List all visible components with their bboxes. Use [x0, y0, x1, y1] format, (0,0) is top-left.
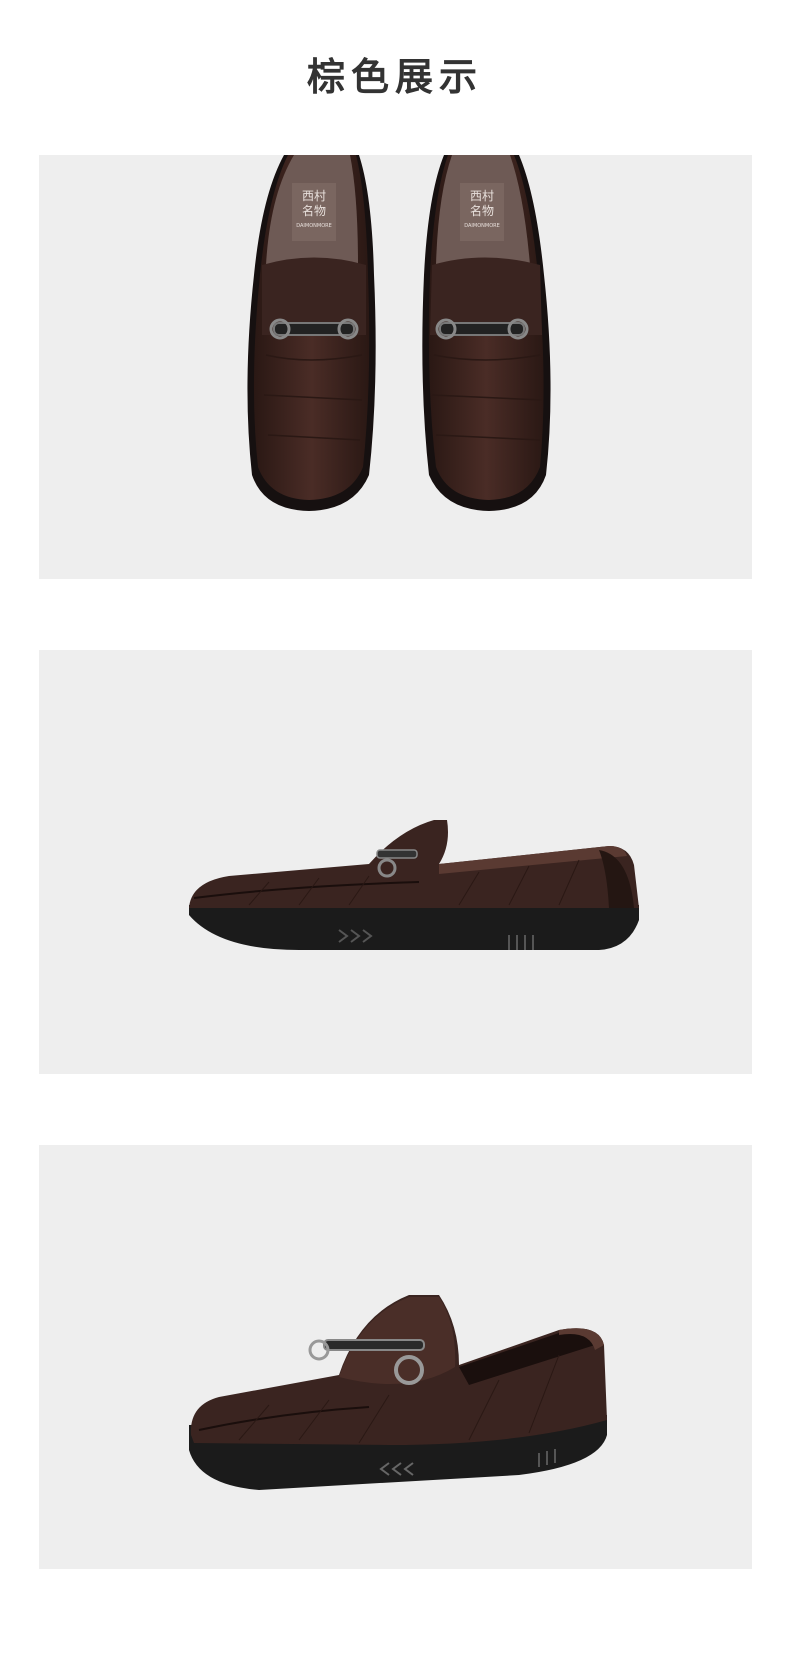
right-shoe: 西村 名物 DAIMONMORE	[422, 155, 551, 511]
insole-logo-line3: DAIMONMORE	[296, 223, 332, 229]
product-photo-three-quarter-view	[39, 1145, 752, 1569]
insole-logo-line2-right: 名物	[470, 203, 494, 218]
insole-logo-line3-right: DAIMONMORE	[464, 223, 500, 229]
loafer-pair-top-illustration: 西村 名物 DAIMONMORE 西村 名物 DAIMONMORE	[247, 155, 551, 511]
page-title: 棕色展示	[306, 55, 483, 99]
loafer-three-quarter-illustration	[189, 1295, 607, 1490]
left-shoe: 西村 名物 DAIMONMORE	[247, 155, 376, 511]
loafer-side-illustration	[189, 820, 639, 950]
insole-logo-line2: 名物	[302, 203, 326, 218]
insole-logo-line1-right: 西村	[470, 189, 494, 203]
product-photo-side-view	[39, 650, 752, 1074]
product-photo-top-view: 西村 名物 DAIMONMORE 西村 名物 DAIMONMORE	[39, 155, 752, 579]
insole-logo-line1: 西村	[302, 189, 326, 203]
